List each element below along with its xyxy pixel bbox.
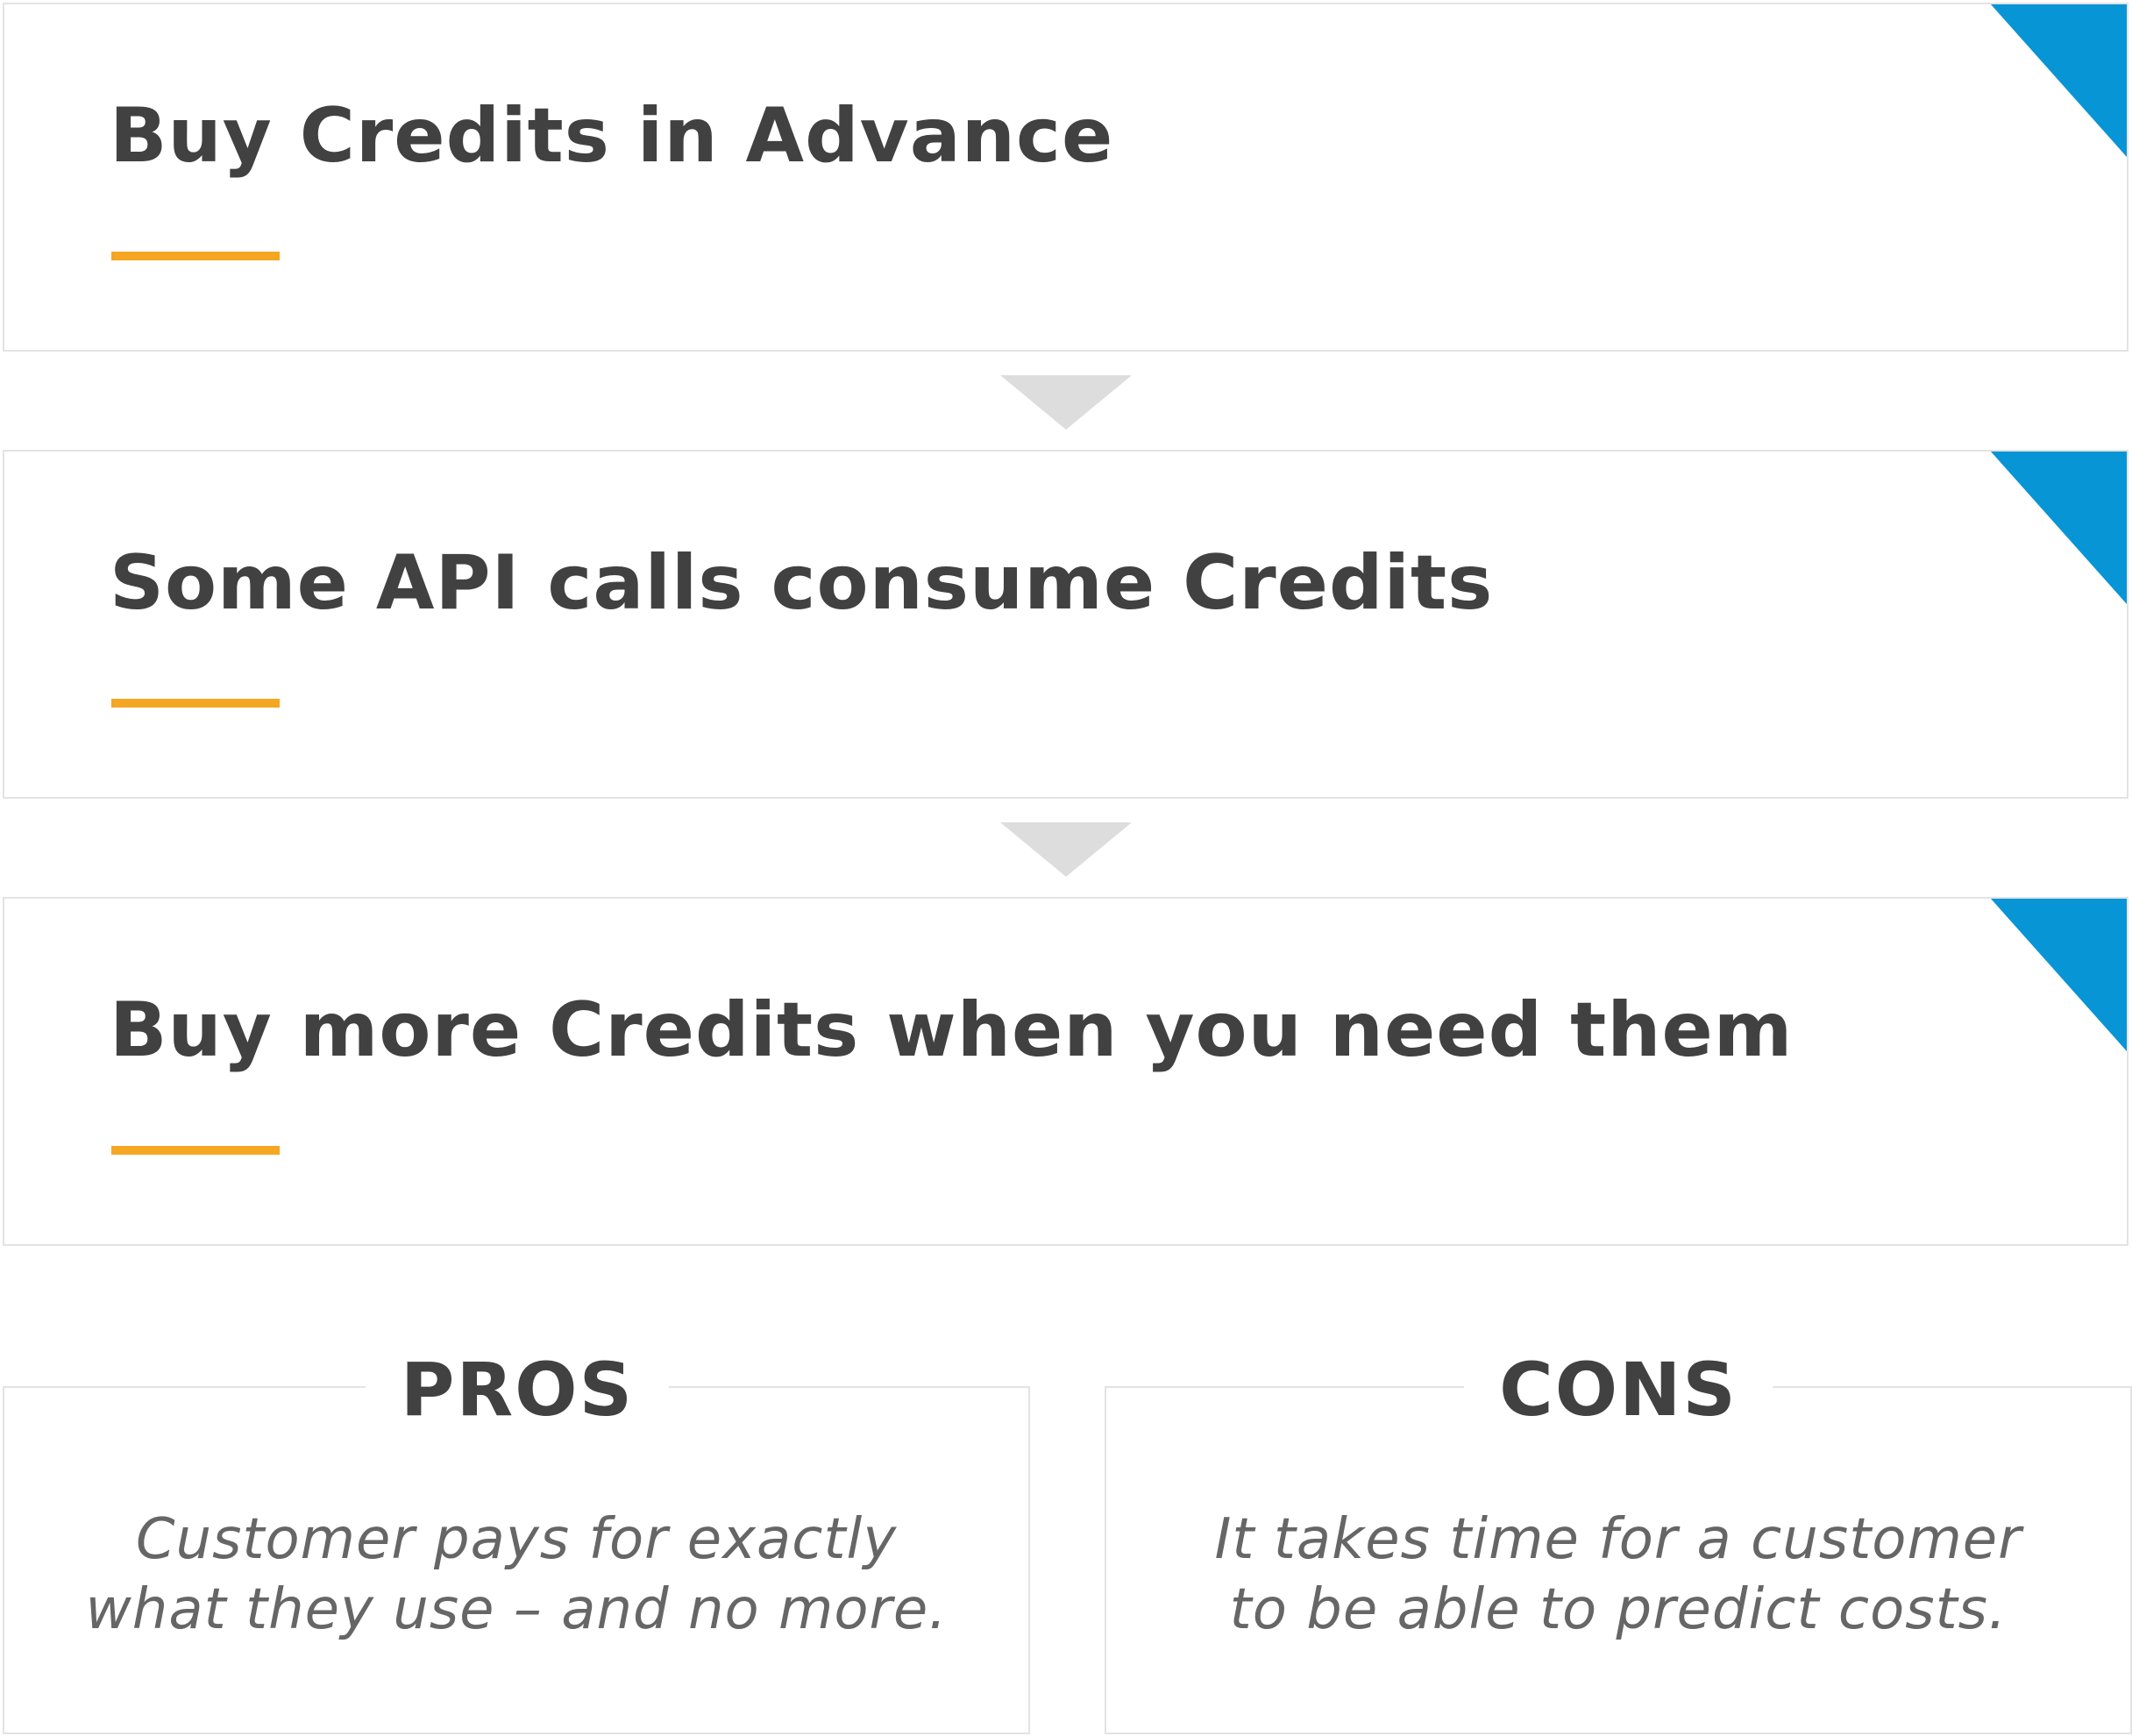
cons-heading: CONS: [1464, 1346, 1773, 1434]
cons-text: It takes time for a customer to be able …: [1105, 1505, 2132, 1645]
corner-accent-icon: [1991, 899, 2127, 1051]
cons-line: to be able to predict costs.: [1229, 1577, 2008, 1642]
title-underline: [111, 699, 280, 708]
step-title: Some API calls consume Credits: [110, 539, 1494, 627]
pros-line: what they use – and no more.: [85, 1577, 948, 1642]
step-title: Buy Credits in Advance: [110, 92, 1114, 180]
corner-accent-icon: [1991, 4, 2127, 157]
pros-text: Customer pays for exactly what they use …: [3, 1505, 1030, 1645]
pros-heading: PROS: [365, 1346, 670, 1434]
step-title: Buy more Credits when you need them: [110, 986, 1794, 1074]
pros-line: Customer pays for exactly: [135, 1507, 898, 1572]
corner-accent-icon: [1991, 452, 2127, 604]
title-underline: [111, 252, 280, 260]
down-arrow-icon: [1000, 822, 1132, 877]
down-arrow-icon: [1000, 375, 1132, 430]
title-underline: [111, 1146, 280, 1155]
step-card-3: Buy more Credits when you need them: [3, 897, 2128, 1246]
cons-line: It takes time for a customer: [1214, 1507, 2022, 1572]
step-card-1: Buy Credits in Advance: [3, 3, 2128, 352]
step-card-2: Some API calls consume Credits: [3, 450, 2128, 799]
